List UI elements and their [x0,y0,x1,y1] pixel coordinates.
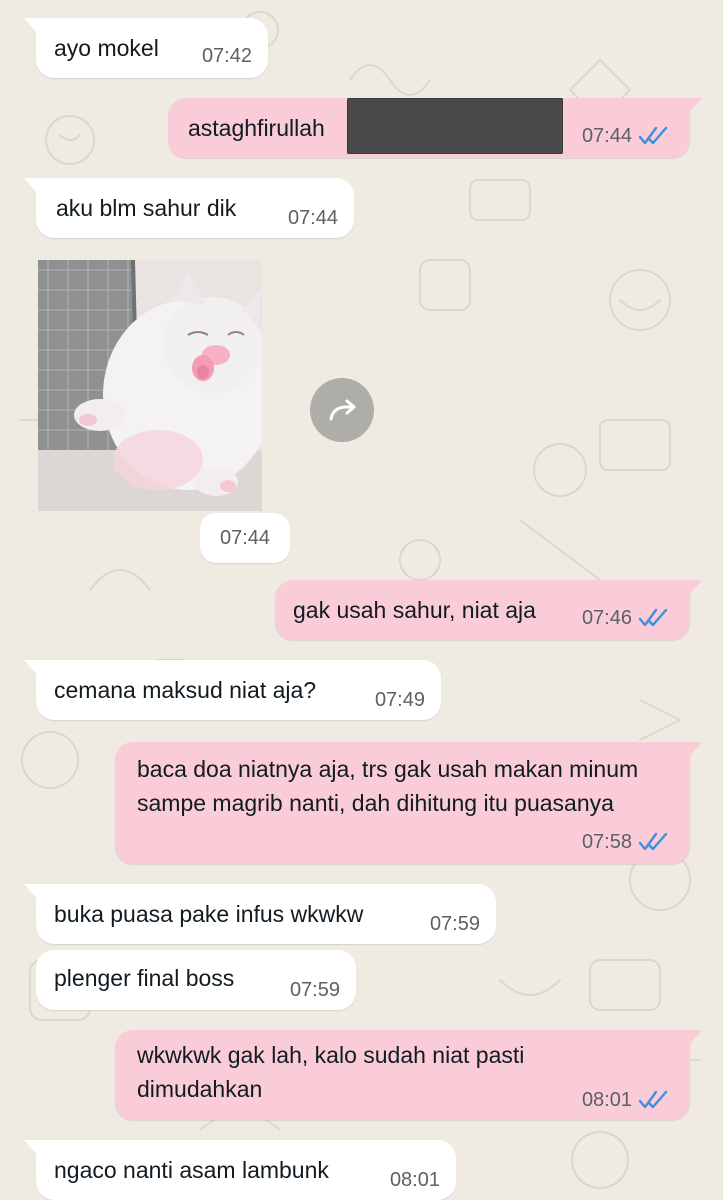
message-text: ayo mokel [54,35,159,61]
message-time: 07:42 [201,45,252,67]
message-text: plenger final boss [54,965,235,991]
message-time: 07:59 [289,979,340,1001]
incoming-message[interactable]: cemana maksud niat aja? 07:49 [24,660,441,720]
message-time: 08:01 [389,1169,440,1191]
forward-button[interactable] [310,378,374,442]
message-meta: 07:58 [582,830,670,854]
outgoing-message[interactable]: baca doa niatnya aja, trs gak usah makan… [115,742,702,864]
message-meta: 08:01 [390,1168,440,1192]
message-time: 07:59 [429,913,480,935]
message-meta: 07:44 [200,513,290,563]
message-text: astaghfirullah [188,115,325,141]
image-time-chip: 07:44 [200,513,290,563]
double-check-icon [638,832,670,852]
outgoing-message[interactable]: gak usah sahur, niat aja 07:46 [275,580,702,640]
incoming-message[interactable]: buka puasa pake infus wkwkw 07:59 [24,884,496,944]
message-meta: 07:59 [430,912,480,936]
message-meta: 08:01 [582,1088,670,1112]
outgoing-message[interactable]: wkwkwk gak lah, kalo sudah niat pasti di… [115,1030,702,1120]
double-check-icon [638,126,670,146]
double-check-icon [638,1090,670,1110]
message-text: ngaco nanti asam lambunk [54,1157,329,1183]
message-text: baca doa niatnya aja, trs gak usah makan… [137,756,639,816]
message-time: 08:01 [581,1089,632,1111]
incoming-message[interactable]: plenger final boss 07:59 [36,950,356,1010]
cat-sticker-image[interactable] [38,260,262,511]
message-time-wrap: 07:42 [202,44,252,68]
message-meta: 07:44 [288,206,338,230]
message-meta: 07:49 [375,688,425,712]
forward-icon [329,399,356,421]
message-time: 07:44 [287,207,338,229]
message-meta: 07:46 [582,606,670,630]
message-text: wkwkwk gak lah, kalo sudah niat pasti di… [137,1042,525,1102]
message-time: 07:44 [581,125,632,147]
double-check-icon [638,608,670,628]
message-text: aku blm sahur dik [56,195,237,221]
message-text: buka puasa pake infus wkwkw [54,901,364,927]
incoming-message[interactable]: ayo mokel 07:42 [24,18,268,78]
message-meta: 07:59 [290,978,340,1002]
message-text: gak usah sahur, niat aja [293,597,536,623]
message-time: 07:49 [374,689,425,711]
message-time: 07:44 [219,527,271,549]
message-time: 07:46 [581,607,632,629]
incoming-message[interactable]: ngaco nanti asam lambunk 08:01 [24,1140,456,1200]
incoming-message[interactable]: aku blm sahur dik 07:44 [24,178,354,238]
outgoing-message[interactable]: astaghfirullah 07:44 [168,98,702,158]
message-time: 07:58 [581,831,632,853]
message-meta: 07:44 [582,124,670,148]
message-text: cemana maksud niat aja? [54,677,317,703]
redaction-block [347,98,563,154]
